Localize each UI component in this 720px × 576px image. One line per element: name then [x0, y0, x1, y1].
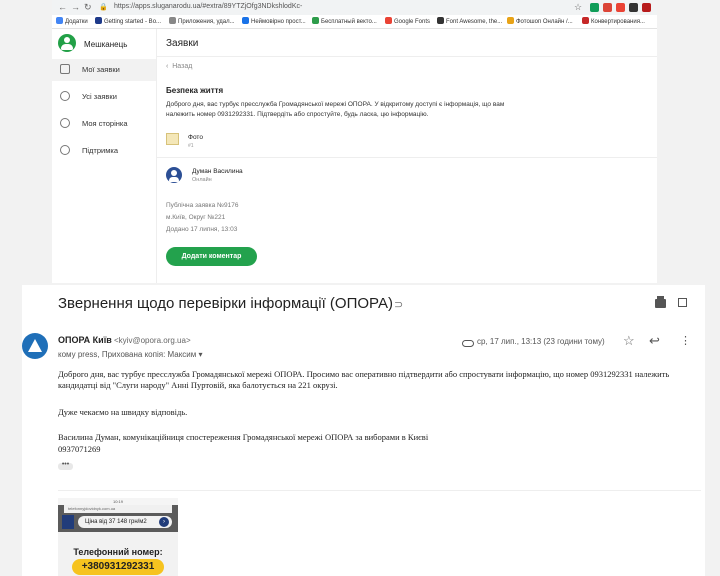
apps-grid-icon — [56, 17, 63, 24]
sidebar-item-my-page[interactable]: Моя сторінка — [52, 113, 156, 135]
chevron-right-icon: › — [159, 517, 169, 527]
bookmark-item[interactable]: Приложения, удал... — [169, 17, 235, 25]
email-date: ср, 17 лип., 13:13 (23 години тому) — [477, 337, 605, 346]
bookmark-item[interactable]: Font Awesome, the... — [437, 17, 502, 25]
sender-email: <kyiv@opora.org.ua> — [114, 336, 191, 345]
author-status: Онлайн — [192, 177, 212, 183]
document-icon — [60, 64, 70, 74]
bookmarks-bar: Додатки Getting started - Bo... Приложен… — [52, 15, 657, 29]
sidebar-item-label: Мої заявки — [82, 65, 120, 74]
phone-number-label: Телефонний номер: — [73, 547, 163, 557]
sender-name: ОПОРА Київ — [58, 335, 112, 345]
phone-status-bar: 10:19 — [58, 498, 178, 505]
page-title: Заявки — [166, 38, 199, 49]
show-trimmed-content-button[interactable]: ••• — [58, 461, 73, 470]
reply-icon[interactable]: ↩ — [649, 333, 660, 349]
price-banner: Ціна від 37 148 грн/м2 — [78, 516, 172, 528]
request-date: Додано 17 липня, 13:03 — [166, 226, 238, 233]
request-title: Безпека життя — [166, 86, 224, 95]
sidebar: Мешканець Мої заявки Усі заявки Моя стор… — [52, 29, 157, 283]
user-avatar-icon[interactable] — [58, 34, 76, 52]
bookmark-favicon-icon — [507, 17, 514, 24]
divider — [58, 490, 701, 491]
open-in-new-window-icon[interactable] — [678, 298, 687, 307]
bookmark-favicon-icon — [95, 17, 102, 24]
back-arrow-icon[interactable]: ← — [58, 2, 67, 12]
phone-number-value: +380931292331 — [72, 559, 164, 575]
reload-icon[interactable]: ↻ — [84, 2, 92, 13]
address-bar: ← → ↻ 🔒 https://apps.sluganarodu.ua/#ext… — [52, 0, 657, 16]
bookmark-favicon-icon — [582, 17, 589, 24]
caret-down-icon: ▾ — [196, 350, 203, 359]
paperclip-icon — [462, 340, 474, 347]
photo-index: #1 — [188, 143, 194, 149]
email-subject: Звернення щодо перевірки інформації (ОПО… — [58, 295, 394, 312]
bookmark-favicon-icon — [169, 17, 176, 24]
divider — [156, 56, 657, 57]
extension-icon[interactable] — [642, 3, 651, 12]
bookmark-item[interactable]: Google Fonts — [385, 17, 430, 25]
print-icon[interactable] — [655, 296, 666, 308]
bookmark-favicon-icon — [242, 17, 249, 24]
photo-attachment-icon[interactable] — [166, 133, 179, 145]
author-name: Думан Василина — [192, 168, 243, 175]
email-paragraph: Дуже чекаємо на швидку відповідь. — [58, 407, 188, 417]
star-icon[interactable]: ☆ — [623, 333, 635, 349]
bookmark-favicon-icon — [385, 17, 392, 24]
browser-window: ← → ↻ 🔒 https://apps.sluganarodu.ua/#ext… — [52, 0, 657, 283]
url-text[interactable]: https://apps.sluganarodu.ua/#extra/89YTZ… — [114, 3, 302, 10]
importance-marker-icon[interactable]: ⊃ — [394, 298, 403, 311]
sidebar-item-all-requests[interactable]: Усі заявки — [52, 86, 156, 108]
request-location: м.Київ, Округ №221 — [166, 214, 226, 221]
author-avatar-icon — [166, 167, 182, 183]
sidebar-item-label: Моя сторінка — [82, 119, 128, 128]
email-phone: 0937071269 — [58, 444, 101, 454]
photo-label[interactable]: Фото — [188, 134, 203, 141]
lock-icon: 🔒 — [99, 4, 108, 11]
request-body: Доброго дня, вас турбує пресслужба Грома… — [166, 101, 505, 118]
site-logo-icon — [62, 515, 74, 529]
users-icon — [60, 91, 70, 101]
divider — [156, 157, 657, 158]
bookmark-favicon-icon — [312, 17, 319, 24]
sidebar-item-label: Підтримка — [82, 146, 119, 155]
gear-icon — [60, 118, 70, 128]
sidebar-item-label: Усі заявки — [82, 92, 117, 101]
email-paragraph: Доброго дня, вас турбує пресслужба Грома… — [58, 369, 670, 390]
sidebar-title: Мешканець — [84, 40, 128, 49]
bookmark-item[interactable]: Неймовірно прост... — [242, 17, 306, 25]
support-icon — [60, 145, 70, 155]
bookmark-item[interactable]: Getting started - Bo... — [95, 17, 161, 25]
extension-icon[interactable] — [590, 3, 599, 12]
extension-icon[interactable] — [629, 3, 638, 12]
star-icon[interactable]: ☆ — [574, 2, 582, 13]
email-signature: Василина Думан, комунікаційниця спостере… — [58, 432, 429, 442]
bookmark-favicon-icon — [437, 17, 444, 24]
attachment-thumbnail[interactable]: 10:19 telefonnyjdovidnyk.com.ua Ціна від… — [58, 498, 178, 576]
recipients-line[interactable]: кому press, Прихована копія: Максим ▾ — [58, 350, 203, 359]
more-vert-icon[interactable]: ⋮ — [680, 334, 691, 347]
sender-avatar — [22, 333, 48, 359]
extension-icon[interactable] — [616, 3, 625, 12]
add-comment-button[interactable]: Додати коментар — [166, 247, 257, 266]
forward-arrow-icon[interactable]: → — [71, 2, 80, 12]
bookmark-item[interactable]: Бесплатный векто... — [312, 17, 377, 25]
sidebar-item-my-requests[interactable]: Мої заявки — [52, 59, 156, 81]
bookmark-item[interactable]: Фотошоп Онлайн /... — [507, 17, 573, 25]
bookmark-apps[interactable]: Додатки — [56, 17, 88, 25]
sidebar-item-support[interactable]: Підтримка — [52, 140, 156, 162]
extension-icon[interactable] — [603, 3, 612, 12]
back-link[interactable]: ‹ Назад — [166, 63, 192, 70]
email-view: Звернення щодо перевірки інформації (ОПО… — [22, 285, 705, 576]
bookmark-item[interactable]: Конвертирования... — [582, 17, 645, 25]
phone-url-bar: telefonnyjdovidnyk.com.ua — [64, 505, 172, 513]
request-number: Публічна заявка №9176 — [166, 202, 239, 209]
